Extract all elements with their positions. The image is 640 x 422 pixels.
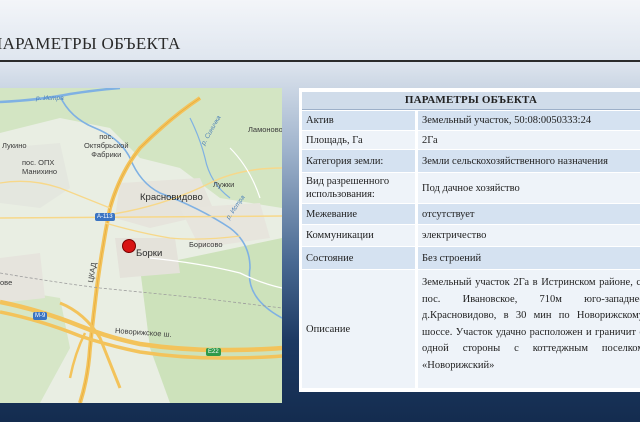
table-row: Состояние Без строений xyxy=(302,247,640,270)
road-shield-m9: М-9 xyxy=(33,312,48,320)
map-label-manikhino: пос. ОПХ Манихино xyxy=(22,158,58,176)
parameters-panel: ПАРАМЕТРЫ ОБЪЕКТА Актив Земельный участо… xyxy=(299,88,640,392)
row-key: Площадь, Га xyxy=(302,131,415,149)
map-label-borisovo: Борисово xyxy=(189,240,223,249)
table-row: Актив Земельный участок, 50:08:0050333:2… xyxy=(302,111,640,131)
table-row: Категория земли: Земли сельскохозяйствен… xyxy=(302,150,640,173)
row-key: Вид разрешенного использования: xyxy=(302,173,415,203)
map-label-oktyabrskoy: пос. Октябрьской Фабрики xyxy=(84,132,129,159)
table-row: Описание Земельный участок 2Га в Истринс… xyxy=(302,270,640,389)
map-label-lamonovo: Ламоново xyxy=(248,125,282,134)
row-value: Земли сельскохозяйственного назначения xyxy=(418,150,640,172)
row-key: Межевание xyxy=(302,204,415,224)
row-value: отсутствует xyxy=(418,204,640,224)
row-key: Состояние xyxy=(302,247,415,269)
road-shield-a113: А-113 xyxy=(95,213,115,221)
map-canvas xyxy=(0,88,282,403)
title-divider xyxy=(0,60,640,62)
table-row: Вид разрешенного использования: Под дачн… xyxy=(302,173,640,204)
table-row: Межевание отсутствует xyxy=(302,204,640,225)
row-key: Категория земли: xyxy=(302,150,415,172)
row-value-description: Земельный участок 2Га в Истринском район… xyxy=(418,270,640,388)
table-row: Площадь, Га 2Га xyxy=(302,131,640,150)
map-label-luzhki: Лужки xyxy=(213,180,235,189)
panel-heading: ПАРАМЕТРЫ ОБЪЕКТА xyxy=(302,92,640,110)
map-label-borki: Борки xyxy=(136,248,163,259)
map-label-lukino: Лукино xyxy=(2,141,27,150)
map-label-krasnovidovo: Красновидово xyxy=(140,192,203,203)
map-label-river-istra: р. Истра xyxy=(36,95,64,102)
row-value: 2Га xyxy=(418,131,640,149)
row-value: Земельный участок, 50:08:0050333:24 xyxy=(418,111,640,130)
row-value: Под дачное хозяйство xyxy=(418,173,640,203)
row-key: Коммуникации xyxy=(302,225,415,246)
location-map[interactable]: р. Истра р. Синичка р. Истра Ламоново по… xyxy=(0,88,282,403)
table-row: Коммуникации электричество xyxy=(302,225,640,247)
map-label-ove: ове xyxy=(0,278,13,287)
road-shield-e22: Е22 xyxy=(206,348,221,356)
location-marker[interactable] xyxy=(122,239,136,253)
row-value: Без строений xyxy=(418,247,640,269)
row-value: электричество xyxy=(418,225,640,246)
row-key: Описание xyxy=(302,270,415,388)
row-key: Актив xyxy=(302,111,415,130)
page-title: ПАРАМЕТРЫ ОБЪЕКТА xyxy=(0,34,181,53)
